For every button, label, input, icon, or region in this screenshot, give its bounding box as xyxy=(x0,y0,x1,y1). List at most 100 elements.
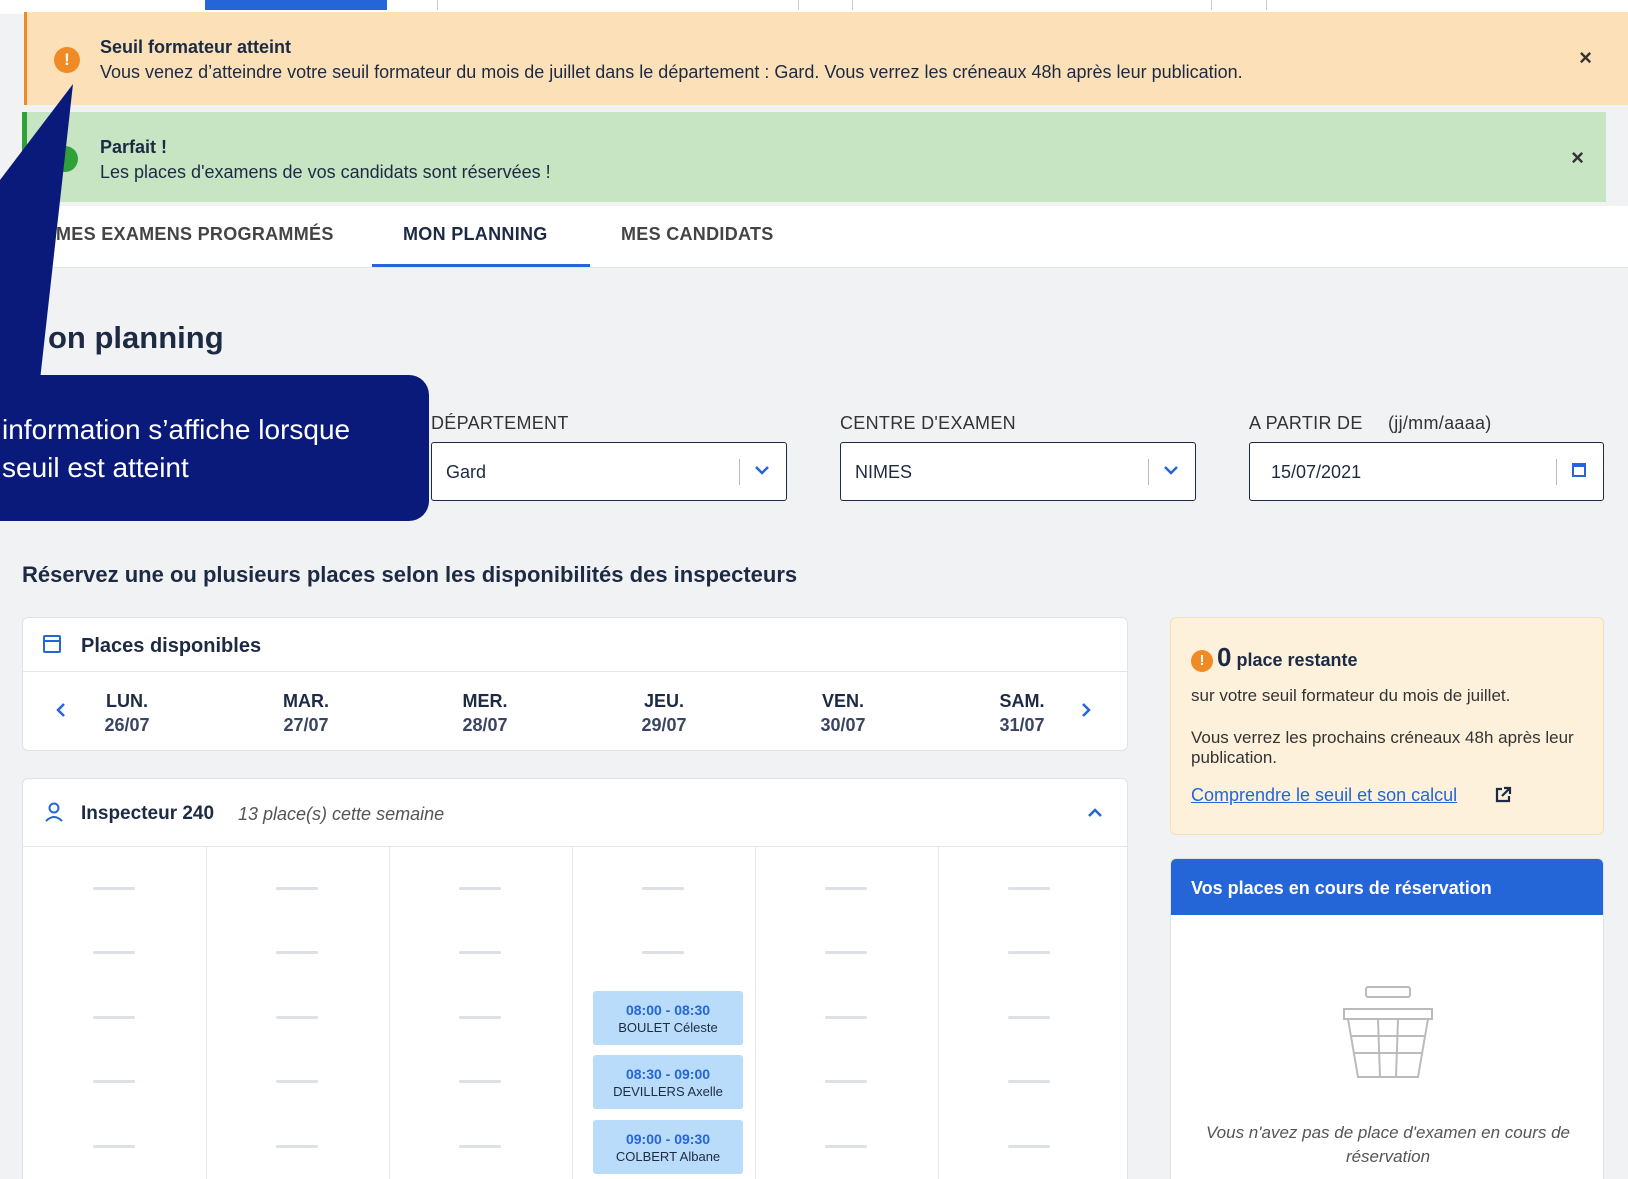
empty-slot xyxy=(1008,1145,1050,1148)
seuil-card: ! 0 place restante sur votre seuil format… xyxy=(1170,617,1604,835)
column-divider xyxy=(389,847,390,1179)
empty-slot xyxy=(825,1145,867,1148)
departement-label: DÉPARTEMENT xyxy=(431,413,569,433)
seuil-heading: ! 0 place restante xyxy=(1191,642,1358,673)
empty-slot xyxy=(459,1016,501,1019)
top-divider xyxy=(1211,0,1212,10)
day-date: 31/07 xyxy=(999,715,1045,735)
centre-label: CENTRE D'EXAMEN xyxy=(840,413,1016,433)
close-icon[interactable]: × xyxy=(1571,145,1584,171)
chevron-down-icon xyxy=(1164,466,1178,475)
day-date: 26/07 xyxy=(104,715,150,735)
reservation-empty-text: Vous n'avez pas de place d'examen en cou… xyxy=(1205,1123,1571,1166)
day-name: MER. xyxy=(462,691,508,711)
tab-mes-candidats[interactable]: MES CANDIDATS xyxy=(621,224,774,245)
warning-alert-title: Seuil formateur atteint xyxy=(100,37,292,57)
inspector-header[interactable]: Inspecteur 240 13 place(s) cette semaine xyxy=(23,779,1127,847)
tab-mes-examens[interactable]: MES EXAMENS PROGRAMMÉS xyxy=(56,224,334,245)
departement-select[interactable]: Gard xyxy=(431,442,787,501)
day-date: 27/07 xyxy=(283,715,329,735)
select-separator xyxy=(1148,459,1149,485)
empty-slot xyxy=(825,887,867,890)
seuil-help-link[interactable]: Comprendre le seuil et son calcul xyxy=(1191,785,1457,806)
date-label-text: A PARTIR DE xyxy=(1249,413,1363,433)
empty-slot xyxy=(276,951,318,954)
basket-icon xyxy=(1343,986,1433,1078)
empty-slot xyxy=(825,1016,867,1019)
empty-slot xyxy=(93,887,135,890)
callout-line: seuil est atteint xyxy=(2,452,189,483)
slot-time: 08:00 - 08:30 xyxy=(625,1002,711,1018)
empty-slot xyxy=(93,1145,135,1148)
slot-time: 09:00 - 09:30 xyxy=(625,1131,711,1147)
top-divider xyxy=(798,0,799,10)
day-date: 29/07 xyxy=(641,715,687,735)
input-separator xyxy=(1556,459,1557,485)
places-title: Places disponibles xyxy=(81,635,262,657)
chevron-down-icon xyxy=(755,466,769,475)
reserved-slot[interactable]: 09:00 - 09:30 COLBERT Albane xyxy=(593,1120,743,1174)
chevron-right-icon[interactable] xyxy=(1076,700,1096,720)
external-link-icon[interactable] xyxy=(1493,785,1513,805)
top-divider xyxy=(437,0,438,10)
seuil-count: 0 xyxy=(1217,642,1232,672)
column-divider xyxy=(572,847,573,1179)
reserved-slot[interactable]: 08:30 - 09:00 DEVILLERS Axelle xyxy=(593,1055,743,1109)
day-name: SAM. xyxy=(999,691,1045,711)
close-icon[interactable]: × xyxy=(1579,45,1592,71)
slot-candidate: DEVILLERS Axelle xyxy=(613,1084,723,1099)
day-column-header[interactable]: MER. 28/07 xyxy=(425,689,545,737)
centre-select[interactable]: NIMES xyxy=(840,442,1196,501)
warning-alert-message: Vous venez d’atteindre votre seuil forma… xyxy=(100,62,1243,82)
chevron-up-icon[interactable] xyxy=(1085,803,1105,823)
day-column-header[interactable]: VEN. 30/07 xyxy=(783,689,903,737)
day-date: 30/07 xyxy=(820,715,866,735)
main-tabs: MES EXAMENS PROGRAMMÉS MON PLANNING MES … xyxy=(0,206,1628,268)
day-name: VEN. xyxy=(821,691,864,711)
day-name: JEU. xyxy=(643,691,685,711)
empty-slot xyxy=(459,951,501,954)
reservation-card: Vos places en cours de réservation Vous … xyxy=(1170,858,1604,1179)
warning-icon: ! xyxy=(54,47,80,73)
warning-alert: ! Seuil formateur atteint Vous venez d’a… xyxy=(24,12,1628,105)
column-divider xyxy=(755,847,756,1179)
reservation-title: Vos places en cours de réservation xyxy=(1171,859,1603,915)
empty-slot xyxy=(642,887,684,890)
date-format-hint: (jj/mm/aaaa) xyxy=(1387,413,1492,433)
date-label: A PARTIR DE (jj/mm/aaaa) xyxy=(1249,413,1492,434)
calendar-icon[interactable] xyxy=(1569,460,1589,480)
check-circle-icon xyxy=(52,146,78,172)
slot-candidate: COLBERT Albane xyxy=(615,1149,721,1164)
empty-slot xyxy=(93,951,135,954)
top-divider xyxy=(1266,0,1267,10)
reserved-slot[interactable]: 08:00 - 08:30 BOULET Céleste xyxy=(593,991,743,1045)
annotation-callout: information s’affiche lorsque seuil est … xyxy=(0,375,429,521)
empty-slot xyxy=(276,1016,318,1019)
column-divider xyxy=(938,847,939,1179)
empty-slot xyxy=(459,1145,501,1148)
inspector-name: Inspecteur 240 xyxy=(81,803,215,824)
empty-slot xyxy=(825,1080,867,1083)
empty-slot xyxy=(825,951,867,954)
empty-slot xyxy=(276,1080,318,1083)
empty-slot xyxy=(1008,1016,1050,1019)
empty-slot xyxy=(276,887,318,890)
day-column-header[interactable]: LUN. 26/07 xyxy=(67,689,187,737)
day-column-header[interactable]: SAM. 31/07 xyxy=(962,689,1082,737)
seuil-text: sur votre seuil formateur du mois de jui… xyxy=(1191,686,1511,705)
active-tab-indicator xyxy=(372,264,590,267)
day-name: LUN. xyxy=(106,691,148,711)
section-title: Réservez une ou plusieurs places selon l… xyxy=(22,562,798,587)
date-value: 15/07/2021 xyxy=(1271,462,1362,482)
top-divider xyxy=(852,0,853,10)
empty-slot xyxy=(276,1145,318,1148)
date-input[interactable]: 15/07/2021 xyxy=(1249,442,1604,501)
day-column-header[interactable]: JEU. 29/07 xyxy=(604,689,724,737)
warning-icon: ! xyxy=(1191,650,1213,673)
success-alert: Parfait ! Les places d'examens de vos ca… xyxy=(22,112,1606,202)
tab-mon-planning[interactable]: MON PLANNING xyxy=(403,224,548,245)
top-active-indicator xyxy=(205,0,387,10)
calendar-icon xyxy=(43,635,61,653)
day-column-header[interactable]: MAR. 27/07 xyxy=(246,689,366,737)
callout-line: information s’affiche lorsque xyxy=(2,414,351,445)
